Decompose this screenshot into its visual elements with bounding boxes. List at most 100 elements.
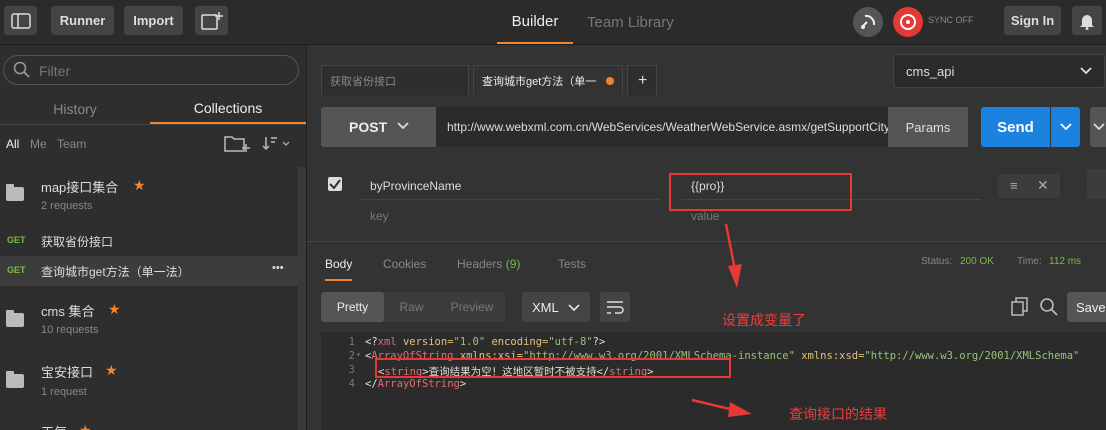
view-pretty-button[interactable]: Pretty: [321, 292, 384, 322]
headers-count: (9): [505, 257, 521, 271]
sidebar-icon: [10, 12, 31, 29]
filter-team[interactable]: Team: [57, 137, 86, 151]
search-icon: [13, 61, 30, 78]
tab-body[interactable]: Body: [325, 257, 353, 281]
collection-meta: 2 requests: [41, 200, 93, 212]
chevron-down-icon: [1080, 67, 1092, 75]
method-select[interactable]: POST: [321, 107, 436, 147]
filter-input[interactable]: Filter: [3, 55, 299, 85]
request-tab[interactable]: 获取省份接口: [321, 65, 469, 95]
view-raw-button[interactable]: Raw: [384, 292, 439, 322]
annotation-arrow: [724, 223, 742, 288]
request-tab-active[interactable]: 查询城市get方法（单一: [473, 65, 623, 95]
folder-icon: [6, 371, 24, 388]
tab-headers[interactable]: Headers (9): [457, 257, 520, 271]
new-collection-icon[interactable]: [224, 133, 250, 153]
tab-team-library[interactable]: Team Library: [587, 0, 674, 44]
param-actions: ≡ ✕: [998, 174, 1060, 198]
annotation-label: 设置成变量了: [722, 312, 806, 328]
sort-icon[interactable]: [262, 135, 292, 151]
status-value: 200 OK: [960, 256, 994, 267]
collection-name: 天气: [41, 422, 67, 430]
folder-icon: [6, 184, 24, 201]
star-icon: ★: [108, 301, 121, 317]
divider: [307, 241, 1106, 242]
params-button[interactable]: Params: [888, 107, 968, 147]
request-tab-label: 查询城市get方法（单一: [482, 75, 597, 88]
scrollbar[interactable]: [298, 167, 306, 430]
interceptor-button[interactable]: [853, 7, 883, 37]
collection-item[interactable]: 宝安接口 ★ 1 request: [0, 351, 298, 407]
tab-cookies[interactable]: Cookies: [383, 257, 426, 271]
star-icon: ★: [79, 422, 92, 430]
line-number: 4: [348, 378, 355, 390]
format-value: XML: [532, 300, 559, 315]
folder-icon: [6, 310, 24, 327]
code-line: <?xml version="1.0" encoding="utf-8"?>: [365, 336, 606, 348]
param-enabled-checkbox[interactable]: [328, 177, 342, 191]
method-value: POST: [349, 119, 388, 135]
tab-builder[interactable]: Builder: [497, 0, 573, 44]
view-preview-button[interactable]: Preview: [439, 292, 505, 322]
save-request-button[interactable]: [1090, 107, 1106, 147]
collection-name: cms 集合: [41, 304, 95, 319]
fold-icon[interactable]: ▾: [356, 350, 361, 359]
highlight-box: [669, 173, 852, 211]
highlight-box: [375, 358, 731, 378]
send-options-button[interactable]: [1051, 107, 1080, 147]
new-param-key-input[interactable]: key: [360, 203, 660, 231]
url-value: http://www.webxml.com.cn/WebServices/Wea…: [447, 120, 888, 134]
code-line: </ArrayOfString>: [365, 378, 467, 390]
value-placeholder: value: [691, 209, 720, 223]
tab-collections[interactable]: Collections: [150, 94, 306, 124]
add-tab-button[interactable]: +: [627, 65, 657, 95]
request-item-selected[interactable]: GET 查询城市get方法（单一法） •••: [0, 256, 298, 286]
url-input[interactable]: http://www.webxml.com.cn/WebServices/Wea…: [436, 107, 888, 147]
more-icon[interactable]: •••: [272, 262, 284, 274]
check-icon: [329, 179, 341, 190]
satellite-icon: [861, 14, 876, 29]
builder-pane: 获取省份接口 查询城市get方法（单一 + cms_api POST http:…: [307, 45, 1106, 430]
collection-name: map接口集合: [41, 180, 119, 195]
drag-handle-icon[interactable]: ≡: [1010, 178, 1018, 193]
tab-history[interactable]: History: [0, 94, 150, 124]
wrap-lines-icon: [607, 301, 624, 314]
filter-all[interactable]: All: [6, 137, 19, 151]
import-button[interactable]: Import: [124, 6, 183, 35]
sidebar: Filter History Collections All Me Team m…: [0, 45, 307, 430]
filter-me[interactable]: Me: [30, 137, 47, 151]
format-select[interactable]: XML: [522, 292, 590, 322]
request-item[interactable]: GET 获取省份接口: [0, 226, 298, 256]
sign-in-button[interactable]: Sign In: [1004, 6, 1061, 35]
search-icon[interactable]: [1039, 297, 1059, 317]
wrap-button[interactable]: [600, 292, 630, 322]
close-icon[interactable]: ✕: [1037, 177, 1049, 194]
param-key-input[interactable]: byProvinceName: [360, 169, 660, 200]
copy-icon[interactable]: [1011, 297, 1029, 317]
new-button[interactable]: [195, 6, 228, 35]
method-badge: GET: [7, 265, 26, 275]
sync-button[interactable]: [893, 7, 923, 37]
filter-placeholder: Filter: [39, 63, 71, 79]
collection-item[interactable]: map接口集合 ★ 2 requests: [0, 167, 298, 217]
tab-tests[interactable]: Tests: [558, 257, 586, 271]
time-label: Time:: [1017, 256, 1042, 267]
key-placeholder: key: [370, 209, 389, 223]
notifications-button[interactable]: [1072, 6, 1102, 35]
environment-select[interactable]: cms_api: [893, 54, 1105, 88]
bulk-edit-button[interactable]: [1087, 169, 1106, 199]
runner-button[interactable]: Runner: [51, 6, 114, 35]
environment-value: cms_api: [906, 64, 955, 79]
line-number: 3: [348, 364, 355, 376]
save-response-button[interactable]: Save: [1067, 292, 1106, 322]
collection-item[interactable]: cms 集合 ★ 10 requests: [0, 289, 298, 345]
bell-icon: [1080, 14, 1094, 30]
line-number: 2: [348, 350, 355, 362]
send-button[interactable]: Send: [981, 107, 1050, 147]
divider: [0, 124, 306, 125]
collection-item[interactable]: 天气 ★: [0, 413, 298, 430]
sidebar-toggle-button[interactable]: [4, 6, 37, 35]
star-icon: ★: [133, 177, 146, 193]
param-key-value: byProvinceName: [370, 179, 462, 193]
request-name: 获取省份接口: [41, 235, 114, 249]
